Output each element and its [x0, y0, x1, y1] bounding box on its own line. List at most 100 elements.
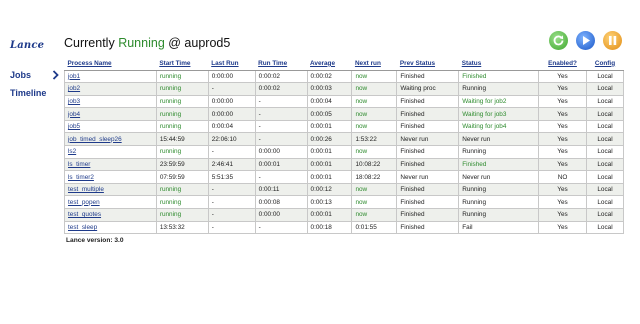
table-row: ls_timer 23:59:59 2:46:41 0:00:01 0:00:01 10:… — [64, 157, 625, 172]
process-name-cell[interactable]: test_multiple — [64, 182, 157, 197]
next-run-cell: now — [351, 195, 398, 210]
enabled-cell: Yes — [538, 208, 587, 222]
table-row: ls2 running -0:00:00 0:00:01 now Finished Runn… — [64, 145, 625, 159]
run-time-cell: 0:00:01 — [254, 157, 308, 172]
action-buttons — [549, 31, 622, 51]
next-run-cell: 0:01:55 — [351, 220, 398, 235]
enabled-cell: Yes — [538, 195, 587, 210]
start-time-cell: running — [155, 195, 209, 210]
sidebar-item-timeline[interactable]: Timeline — [0, 84, 62, 102]
col-start-time[interactable]: Start Time — [156, 57, 209, 71]
jobs-table: Process Name Start Time Last Run Run Tim… — [64, 57, 625, 235]
enabled-cell: Yes — [538, 94, 587, 109]
col-run-time[interactable]: Run Time — [255, 57, 308, 71]
start-time-cell: running — [155, 69, 209, 84]
col-status[interactable]: Status — [458, 57, 539, 71]
last-run-cell: - — [207, 195, 256, 210]
process-name-cell[interactable]: test_quotes — [64, 208, 157, 222]
config-cell: Local — [585, 82, 625, 96]
enabled-cell: Yes — [538, 69, 587, 84]
average-cell: 0:00:02 — [306, 69, 353, 84]
last-run-cell: 0:00:00 — [207, 69, 256, 84]
start-time-cell: running — [155, 182, 209, 197]
prev-status-cell: Finished — [396, 182, 460, 197]
last-run-cell: 5:51:35 — [207, 170, 256, 184]
process-name-cell[interactable]: ls_timer2 — [64, 170, 157, 184]
run-time-cell: - — [254, 132, 308, 147]
process-name-cell[interactable]: job5 — [64, 119, 157, 134]
average-cell: 0:00:01 — [306, 208, 353, 222]
col-next-run[interactable]: Next run — [351, 57, 397, 71]
run-time-cell: - — [254, 220, 308, 235]
process-name-cell[interactable]: test_sleep — [64, 220, 157, 235]
average-cell: 0:00:01 — [306, 170, 353, 184]
last-run-cell: 2:46:41 — [207, 157, 256, 172]
process-name-cell[interactable]: job_timed_sleep26 — [64, 132, 157, 147]
next-run-cell: now — [351, 182, 398, 197]
status-cell: Never run — [458, 132, 540, 147]
enabled-cell: Yes — [538, 107, 587, 121]
sidebar-item-label: Jobs — [10, 70, 32, 80]
play-icon — [583, 36, 590, 45]
run-time-cell: - — [254, 107, 308, 121]
status-cell: Running — [458, 182, 540, 197]
config-cell: Local — [585, 69, 625, 84]
col-average[interactable]: Average — [307, 57, 352, 71]
process-name-cell[interactable]: job3 — [64, 94, 157, 109]
table-header-row: Process Name Start Time Last Run Run Tim… — [64, 57, 624, 71]
status-cell: Finished — [458, 69, 540, 84]
version-label: Lance version: 3.0 — [66, 237, 124, 244]
last-run-cell: - — [207, 220, 256, 235]
status-cell: Running — [458, 145, 540, 159]
run-time-cell: - — [254, 94, 308, 109]
process-name-cell[interactable]: job4 — [64, 107, 157, 121]
prev-status-cell: Never run — [396, 170, 460, 184]
average-cell: 0:00:26 — [306, 132, 353, 147]
enabled-cell: NO — [538, 170, 587, 184]
prev-status-cell: Finished — [396, 157, 460, 172]
start-time-cell: running — [155, 145, 209, 159]
pause-button[interactable] — [603, 31, 622, 50]
prev-status-cell: Finished — [396, 107, 460, 121]
average-cell: 0:00:01 — [306, 145, 353, 159]
average-cell: 0:00:01 — [306, 119, 353, 134]
start-time-cell: 13:53:32 — [155, 220, 209, 235]
process-name-cell[interactable]: test_popen — [64, 195, 157, 210]
sidebar-item-jobs[interactable]: Jobs — [0, 66, 62, 84]
enabled-cell: Yes — [538, 132, 587, 147]
refresh-button[interactable] — [549, 31, 568, 50]
process-name-cell[interactable]: ls2 — [64, 145, 157, 159]
average-cell: 0:00:05 — [306, 107, 353, 121]
process-name-cell[interactable]: job2 — [64, 82, 157, 96]
process-name-cell[interactable]: job1 — [64, 69, 157, 84]
next-run-cell: now — [351, 82, 398, 96]
table-row: test_popen running -0:00:08 0:00:13 now Finis… — [64, 195, 625, 210]
col-enabled[interactable]: Enabled? — [538, 57, 587, 71]
config-cell: Local — [585, 145, 625, 159]
table-row: job_timed_sleep26 15:44:59 22:06:10-0:00:2… — [64, 132, 625, 147]
config-cell: Local — [585, 170, 625, 184]
start-time-cell: running — [155, 107, 209, 121]
title-suffix: @ auprod5 — [168, 36, 231, 50]
col-last-run[interactable]: Last Run — [208, 57, 256, 71]
header: Lance Currently Running @ auprod5 — [8, 34, 638, 54]
average-cell: 0:00:01 — [306, 157, 353, 172]
enabled-cell: Yes — [538, 220, 587, 235]
col-process-name[interactable]: Process Name — [64, 57, 157, 71]
sidebar: Jobs Timeline — [0, 66, 62, 102]
col-prev-status[interactable]: Prev Status — [396, 57, 459, 71]
process-name-cell[interactable]: ls_timer — [64, 157, 157, 172]
play-button[interactable] — [576, 31, 595, 50]
config-cell: Local — [585, 107, 625, 121]
next-run-cell: 1:53:22 — [351, 132, 398, 147]
prev-status-cell: Finished — [396, 69, 460, 84]
last-run-cell: 0:00:00 — [207, 107, 256, 121]
col-config[interactable]: Config — [586, 57, 624, 71]
table-row: job2 running -0:00:02 0:00:03 now Waiting pro… — [64, 82, 625, 96]
run-time-cell: 0:00:08 — [254, 195, 308, 210]
config-cell: Local — [585, 94, 625, 109]
last-run-cell: - — [207, 145, 256, 159]
status-cell: Waiting for job4 — [458, 119, 540, 134]
config-cell: Local — [585, 157, 625, 172]
table-row: ls_timer2 07:59:59 5:51:35-0:00:01 18:08:22… — [64, 170, 625, 184]
